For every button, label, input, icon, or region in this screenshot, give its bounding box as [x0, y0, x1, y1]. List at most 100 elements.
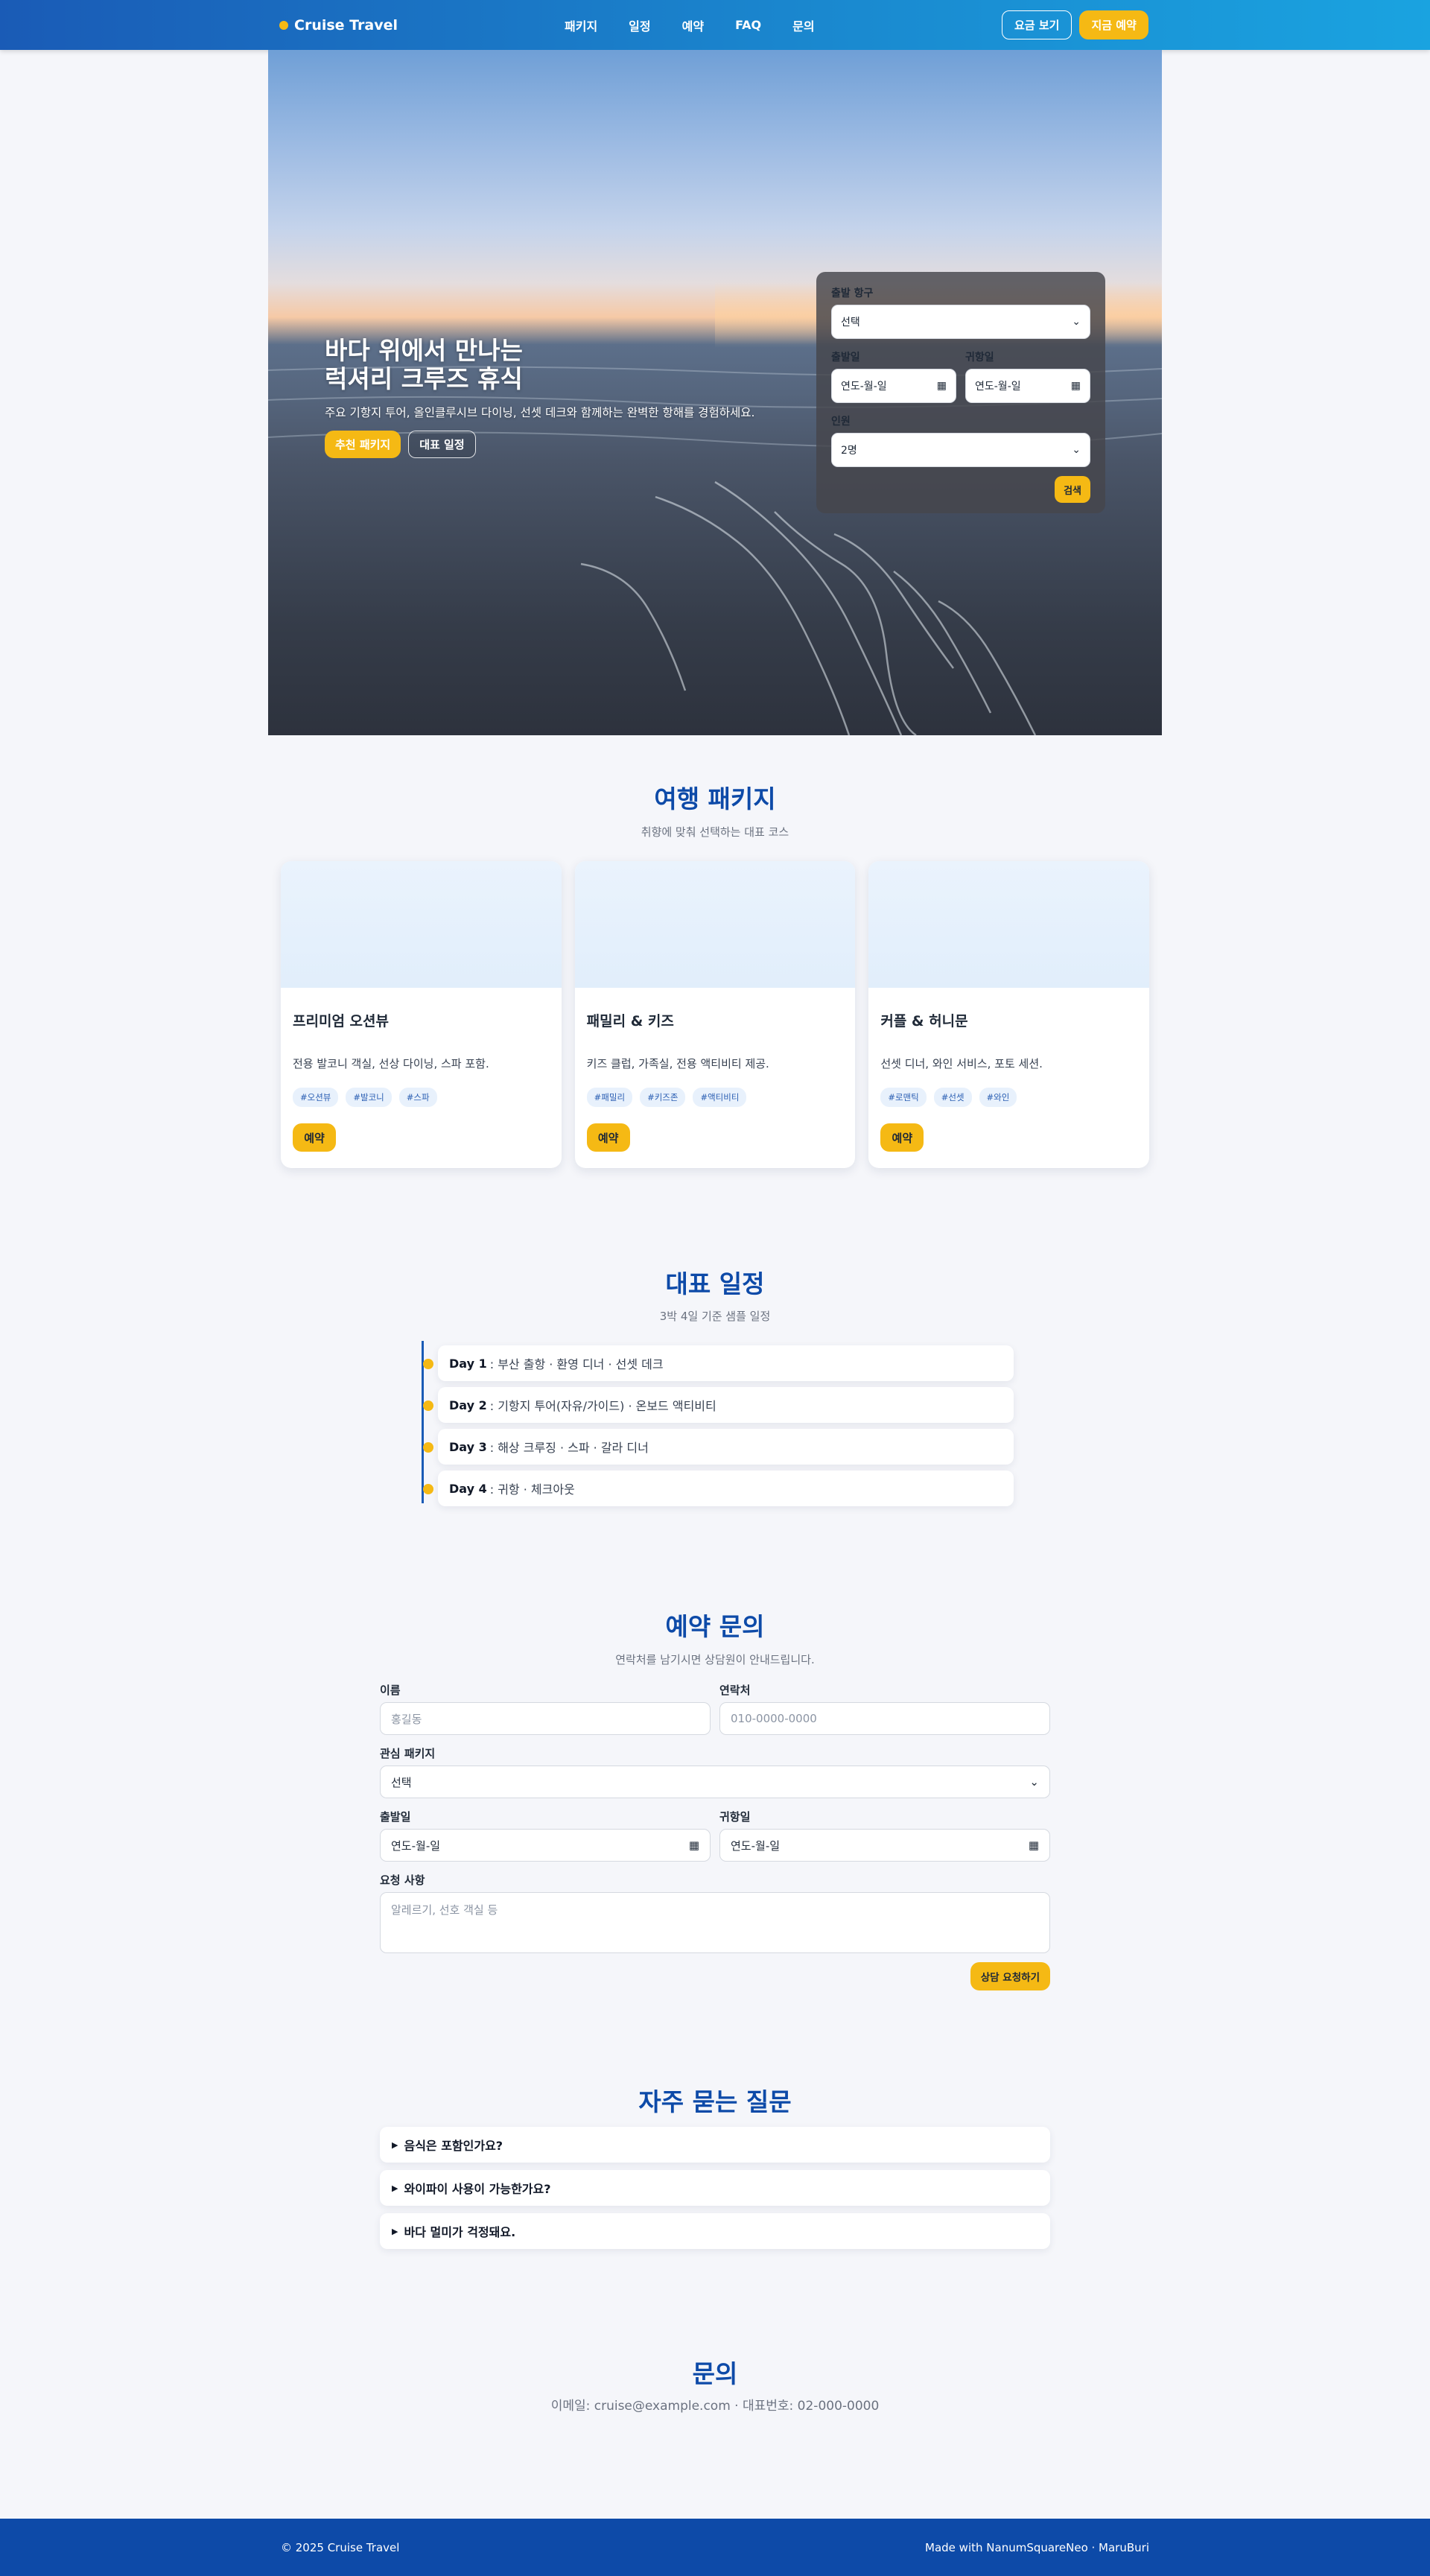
inquiry-return-input[interactable]: 연도-월-일 ▦	[719, 1829, 1050, 1862]
tag: #로맨틱	[880, 1088, 927, 1107]
search-panel: 출발 항구 선택 ⌄ 출발일 연도-월-일 ▦ 귀항일 연도-월-일 ▦ 인원 …	[816, 272, 1105, 513]
package-card: 커플 & 허니문 선셋 디너, 와인 서비스, 포토 세션. #로맨틱 #선셋 …	[868, 861, 1150, 1168]
package-description: 키즈 클럽, 가족실, 전용 액티비티 제공.	[586, 1057, 769, 1070]
packages-subtitle: 취향에 맞춰 선택하는 대표 코스	[641, 825, 789, 839]
chevron-down-icon: ⌄	[1029, 1775, 1039, 1789]
phone-label: 연락처	[719, 1684, 751, 1697]
nav-link-faq[interactable]: FAQ	[735, 18, 761, 32]
footer-credits: Made with NanumSquareNeo · MaruBuri	[925, 2540, 1149, 2554]
book-package-button[interactable]: 예약	[293, 1123, 336, 1152]
package-image	[574, 861, 856, 988]
brand-name: Cruise Travel	[294, 16, 398, 34]
tag: #키즈존	[640, 1088, 686, 1107]
contact-title: 문의	[692, 2359, 738, 2388]
hero-title-line2: 럭셔리 크루즈 휴식	[325, 364, 523, 393]
book-now-button[interactable]: 지금 예약	[1079, 10, 1148, 39]
nav-link-contact[interactable]: 문의	[792, 16, 814, 34]
triangle-right-icon: ▶	[392, 2226, 398, 2236]
day-text: : 부산 출항 · 환영 디너 · 선셋 데크	[489, 1357, 664, 1371]
package-description: 전용 발코니 객실, 선상 다이닝, 스파 포함.	[293, 1057, 489, 1070]
depart-date-input[interactable]: 연도-월-일 ▦	[831, 369, 956, 403]
package-description: 선셋 디너, 와인 서비스, 포토 세션.	[880, 1057, 1043, 1070]
package-tags: #로맨틱 #선셋 #와인	[880, 1088, 1137, 1107]
timeline-item: Day 2 : 기항지 투어(자유/가이드) · 온보드 액티비티	[422, 1387, 1014, 1423]
calendar-icon[interactable]: ▦	[689, 1839, 699, 1852]
inquiry-depart-value: 연도-월-일	[391, 1839, 441, 1853]
itinerary-title: 대표 일정	[665, 1269, 765, 1298]
brand-logo[interactable]: Cruise Travel	[279, 0, 398, 50]
chevron-down-icon: ⌄	[1072, 316, 1081, 328]
faq-question: 와이파이 사용이 가능한가요?	[404, 2182, 551, 2196]
people-select[interactable]: 2명 ⌄	[831, 433, 1090, 467]
triangle-right-icon: ▶	[392, 2139, 398, 2150]
timeline-dot	[423, 1484, 433, 1494]
hero-title-line1: 바다 위에서 만나는	[325, 336, 523, 365]
tag: #스파	[398, 1088, 437, 1107]
faq-title: 자주 묻는 질문	[638, 2087, 792, 2116]
timeline-item: Day 1 : 부산 출항 · 환영 디너 · 선셋 데크	[422, 1345, 1014, 1381]
calendar-icon[interactable]: ▦	[1071, 380, 1081, 392]
depart-date-value: 연도-월-일	[841, 381, 887, 393]
timeline-dot	[423, 1442, 433, 1453]
search-button[interactable]: 검색	[1055, 476, 1090, 503]
timeline-card: Day 2 : 기항지 투어(자유/가이드) · 온보드 액티비티	[438, 1387, 1014, 1423]
faq-item[interactable]: ▶ 음식은 포함인가요?	[380, 2127, 1050, 2163]
contact-info: 이메일: cruise@example.com · 대표번호: 02-000-0…	[550, 2399, 880, 2414]
book-package-button[interactable]: 예약	[880, 1123, 924, 1152]
inquiry-return-label: 귀항일	[719, 1810, 751, 1824]
view-prices-button[interactable]: 요금 보기	[1002, 10, 1072, 39]
hero-section: 바다 위에서 만나는 럭셔리 크루즈 휴식 주요 기항지 투어, 올인클루시브 …	[268, 50, 1162, 735]
name-input[interactable]: 홍길동	[380, 1702, 711, 1735]
return-date-input[interactable]: 연도-월-일 ▦	[965, 369, 1090, 403]
request-placeholder: 알레르기, 선호 객실 등	[391, 1903, 498, 1917]
package-card: 패밀리 & 키즈 키즈 클럽, 가족실, 전용 액티비티 제공. #패밀리 #키…	[574, 861, 856, 1168]
sun-icon	[279, 20, 288, 30]
timeline-card: Day 4 : 귀항 · 체크아웃	[438, 1471, 1014, 1506]
inquiry-subtitle: 연락처를 남기시면 상담원이 안내드립니다.	[615, 1653, 815, 1666]
hero-subtitle: 주요 기항지 투어, 올인클루시브 다이닝, 선셋 데크와 함께하는 완벽한 항…	[325, 406, 755, 419]
tag: #패밀리	[586, 1088, 633, 1107]
inquiry-return-value: 연도-월-일	[731, 1839, 781, 1853]
timeline-card: Day 3 : 해상 크루징 · 스파 · 갈라 디너	[438, 1429, 1014, 1465]
book-package-button[interactable]: 예약	[586, 1123, 630, 1152]
package-card: 프리미엄 오션뷰 전용 발코니 객실, 선상 다이닝, 스파 포함. #오션뷰 …	[281, 861, 562, 1168]
inquiry-form: 이름 홍길동 연락처 010-0000-0000 관심 패키지 선택 ⌄ 출발일…	[380, 1682, 1050, 1990]
faq-item[interactable]: ▶ 와이파이 사용이 가능한가요?	[380, 2170, 1050, 2206]
calendar-icon[interactable]: ▦	[937, 380, 947, 392]
timeline-dot	[423, 1400, 433, 1411]
recommended-packages-button[interactable]: 추천 패키지	[325, 431, 401, 458]
package-cards: 프리미엄 오션뷰 전용 발코니 객실, 선상 다이닝, 스파 포함. #오션뷰 …	[281, 861, 1150, 1168]
request-textarea[interactable]: 알레르기, 선호 객실 등	[380, 1892, 1050, 1953]
name-label: 이름	[380, 1684, 401, 1697]
hero-title: 바다 위에서 만나는 럭셔리 크루즈 휴식	[325, 337, 786, 393]
nav-link-itinerary[interactable]: 일정	[629, 16, 650, 34]
port-select[interactable]: 선택 ⌄	[831, 305, 1090, 339]
request-label: 요청 사항	[380, 1874, 425, 1887]
timeline-item: Day 4 : 귀항 · 체크아웃	[422, 1471, 1014, 1506]
nav-link-packages[interactable]: 패키지	[565, 16, 597, 34]
package-tags: #패밀리 #키즈존 #액티비티	[586, 1088, 844, 1107]
nav-link-booking[interactable]: 예약	[682, 16, 704, 34]
sample-itinerary-button[interactable]: 대표 일정	[408, 431, 476, 458]
phone-input[interactable]: 010-0000-0000	[719, 1702, 1050, 1735]
timeline-item: Day 3 : 해상 크루징 · 스파 · 갈라 디너	[422, 1429, 1014, 1465]
day-label: Day 4	[449, 1481, 487, 1496]
timeline-dot	[423, 1359, 433, 1369]
package-image	[868, 861, 1150, 988]
tag: #와인	[979, 1088, 1017, 1107]
package-image	[281, 861, 562, 988]
consult-request-button[interactable]: 상담 요청하기	[970, 1962, 1050, 1990]
faq-question: 음식은 포함인가요?	[404, 2139, 503, 2153]
nav-actions: 요금 보기 지금 예약	[1002, 0, 1148, 50]
calendar-icon[interactable]: ▦	[1029, 1839, 1039, 1852]
day-label: Day 3	[449, 1439, 487, 1454]
footer: © 2025 Cruise Travel Made with NanumSqua…	[0, 2519, 1430, 2576]
tag: #선셋	[933, 1088, 972, 1107]
chevron-down-icon: ⌄	[1072, 444, 1081, 456]
inquiry-depart-input[interactable]: 연도-월-일 ▦	[380, 1829, 711, 1862]
nav-links: 패키지 일정 예약 FAQ 문의	[565, 0, 815, 50]
faq-question: 바다 멀미가 걱정돼요.	[404, 2225, 516, 2239]
itinerary-subtitle: 3박 4일 기준 샘플 일정	[659, 1310, 771, 1323]
faq-item[interactable]: ▶ 바다 멀미가 걱정돼요.	[380, 2213, 1050, 2249]
package-select[interactable]: 선택 ⌄	[380, 1766, 1050, 1798]
